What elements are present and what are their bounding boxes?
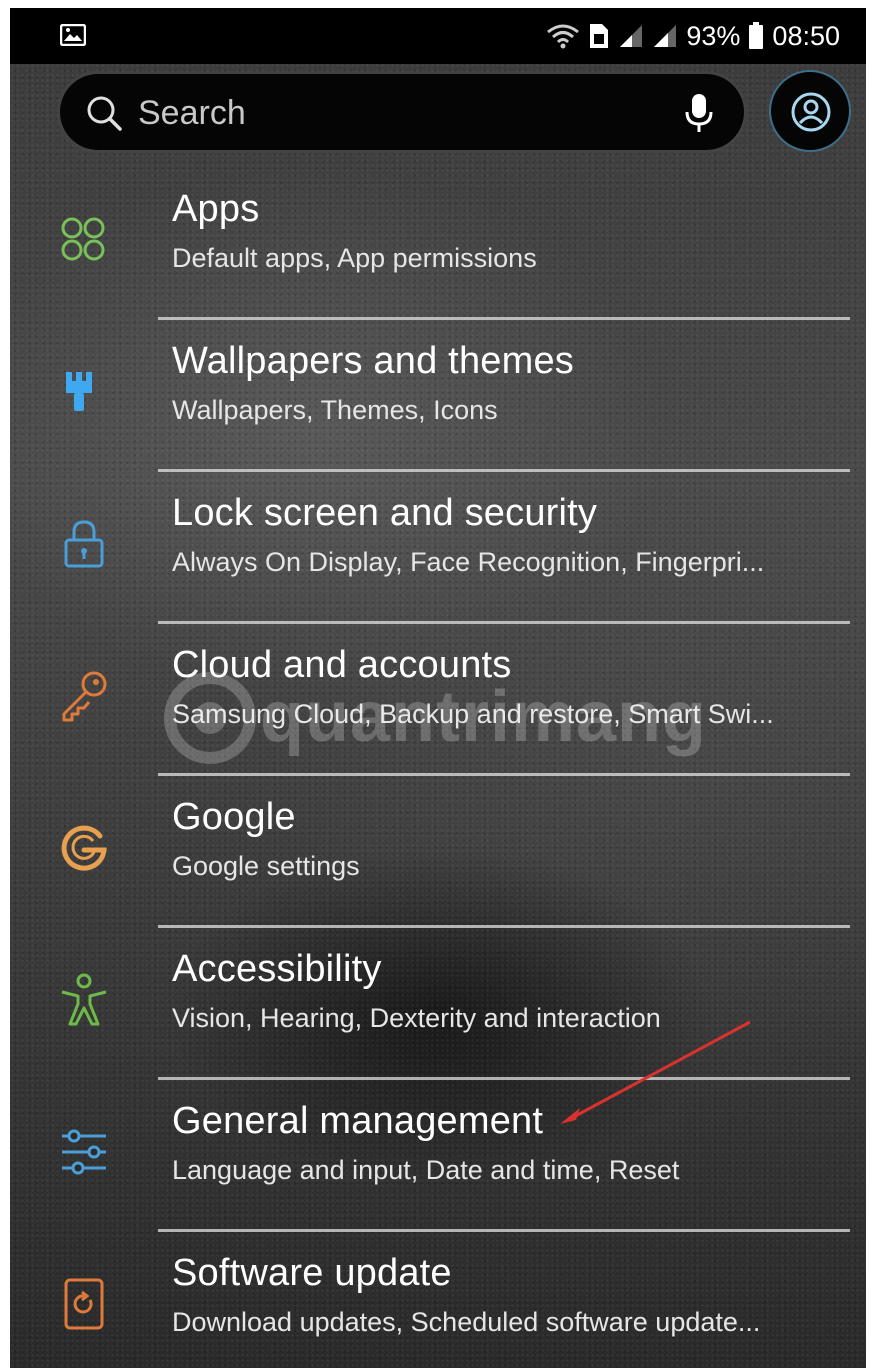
lock-icon [56,516,112,572]
status-bar: 93% 08:50 [10,8,866,64]
item-title: Wallpapers and themes [172,340,574,382]
item-title: General management [172,1100,544,1142]
sim-icon [590,24,609,48]
item-title: Accessibility [172,948,382,990]
battery-icon [749,22,764,49]
item-title: Software update [172,1252,452,1294]
settings-item-lock-screen-and-security[interactable]: Lock screen and security Always On Displ… [10,472,866,624]
clock: 08:50 [772,20,840,51]
sliders-icon [56,1124,112,1180]
item-subtitle: Default apps, App permissions [172,243,537,273]
apps-icon [56,212,112,268]
settings-item-software-update[interactable]: Software update Download updates, Schedu… [10,1232,866,1368]
signal-icon-2 [654,25,677,47]
item-subtitle: Google settings [172,851,360,881]
search-input[interactable]: Search [138,94,246,133]
item-subtitle: Wallpapers, Themes, Icons [172,395,498,425]
signal-icon-1 [620,25,643,47]
gallery-notification-icon [59,23,87,47]
microphone-icon[interactable] [684,92,714,134]
item-title: Lock screen and security [172,492,598,534]
battery-percentage: 93% [686,20,741,51]
settings-screen: 93% 08:50 Search Apps Default apps, App … [10,8,866,1368]
key-icon [56,668,112,724]
wifi-icon [547,24,580,49]
item-subtitle: Samsung Cloud, Backup and restore, Smart… [172,699,774,729]
settings-item-wallpapers-and-themes[interactable]: Wallpapers and themes Wallpapers, Themes… [10,320,866,472]
item-title: Apps [172,188,260,230]
settings-item-apps[interactable]: Apps Default apps, App permissions [10,168,866,320]
settings-item-general-management[interactable]: General management Language and input, D… [10,1080,866,1232]
settings-item-accessibility[interactable]: Accessibility Vision, Hearing, Dexterity… [10,928,866,1080]
profile-icon [791,92,831,132]
search-icon [87,96,122,131]
item-subtitle: Always On Display, Face Recognition, Fin… [172,547,765,577]
settings-item-cloud-and-accounts[interactable]: Cloud and accounts Samsung Cloud, Backup… [10,624,866,776]
item-subtitle: Vision, Hearing, Dexterity and interacti… [172,1003,661,1033]
google-icon [56,820,112,876]
accessibility-icon [56,972,112,1028]
item-subtitle: Download updates, Scheduled software upd… [172,1307,761,1337]
software-update-icon [56,1276,112,1332]
item-title: Cloud and accounts [172,644,512,686]
item-title: Google [172,796,296,838]
item-subtitle: Language and input, Date and time, Reset [172,1155,680,1185]
profile-button[interactable] [769,70,851,152]
search-bar[interactable]: Search [60,74,744,150]
settings-item-google[interactable]: Google Google settings [10,776,866,928]
paintbrush-icon [56,364,112,420]
